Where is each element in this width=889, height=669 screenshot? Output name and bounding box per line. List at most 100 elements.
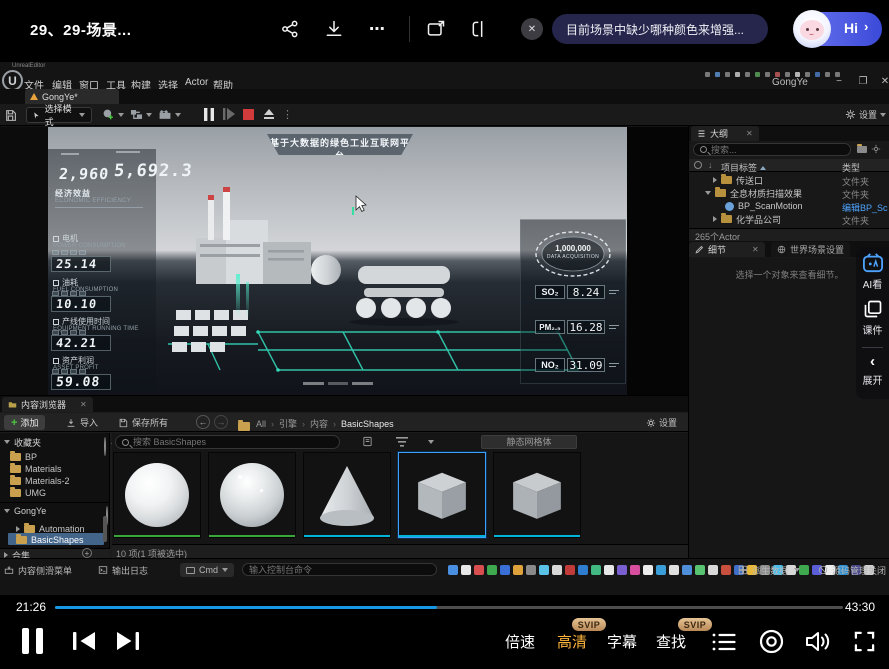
video-title: 29、29-场景... [30, 19, 131, 40]
seek-bar[interactable] [55, 606, 843, 609]
screenshot-icon[interactable] [423, 16, 449, 42]
pause-button[interactable] [22, 628, 44, 654]
save-level-icon[interactable] [4, 108, 17, 122]
assistant-avatar[interactable] [793, 10, 831, 48]
favorites-header[interactable]: 收藏夹 [4, 436, 41, 448]
visibility-eye-icon[interactable] [694, 161, 702, 169]
forward-icon[interactable]: → [214, 415, 228, 429]
outliner-col-type[interactable]: 类型 [842, 161, 860, 174]
asset-sphere-matte[interactable] [113, 452, 201, 538]
download-icon[interactable] [321, 16, 347, 42]
asset-search[interactable] [115, 435, 340, 449]
asset-cube-selected[interactable] [398, 452, 486, 538]
tree-scrollbar[interactable] [103, 516, 107, 542]
pin-icon[interactable]: ↓ [708, 160, 713, 170]
ai-question-pill[interactable]: 目前场景中缺少哪种颜色来增强... [552, 14, 768, 44]
next-button[interactable] [116, 631, 140, 651]
derived-data-button[interactable]: 派生数据 [738, 563, 800, 577]
menu-actor[interactable]: Actor [185, 77, 208, 88]
favorite-materials[interactable]: Materials [10, 463, 62, 475]
share-icon[interactable] [277, 16, 303, 42]
cmd-dropdown[interactable]: Cmd [180, 563, 234, 577]
back-icon[interactable]: ← [196, 415, 210, 429]
playlist-icon[interactable] [711, 631, 737, 653]
tab-outliner[interactable]: 大纲 ✕ [691, 126, 759, 141]
close-tab-icon[interactable]: ✕ [746, 129, 753, 138]
add-collection-icon[interactable]: + [82, 548, 92, 558]
maximize-icon[interactable]: ❐ [856, 76, 870, 87]
outliner-toolbar-icons[interactable] [857, 144, 881, 154]
outliner-row-folder[interactable]: 传送口 [713, 174, 763, 186]
outliner-search[interactable] [693, 143, 851, 156]
tab-details[interactable]: 细节 ✕ [689, 242, 765, 257]
save-all-button[interactable]: 保存所有 [118, 416, 168, 429]
courseware-button[interactable]: 课件 [856, 299, 889, 337]
close-window-icon[interactable]: ✕ [878, 76, 889, 87]
favorite-umg[interactable]: UMG [10, 487, 46, 499]
tab-content-browser[interactable]: 内容浏览器 ✕ [2, 397, 93, 412]
mirror-flip-icon[interactable] [467, 16, 493, 42]
close-tab-icon[interactable]: ✕ [80, 400, 87, 409]
source-control-button[interactable]: 源码管理关闭 [818, 563, 886, 577]
outliner-row-blueprint[interactable]: BP_ScanMotion [725, 200, 803, 212]
cb-settings-button[interactable]: 设置 [646, 416, 677, 429]
console-command-box[interactable] [242, 563, 437, 576]
outliner-search-input[interactable] [711, 145, 844, 155]
blueprints-icon[interactable] [130, 108, 152, 121]
outliner-row-folder2[interactable]: 化学品公司 [713, 213, 781, 225]
close-tab-icon[interactable]: ✕ [752, 245, 759, 254]
subtitle-button[interactable]: 字幕 [607, 631, 637, 652]
kebab-icon[interactable]: ⋮ [282, 108, 293, 121]
viewport-settings-dropdown[interactable]: 设置 [845, 108, 886, 121]
tree-item-basicshapes-selected[interactable]: BasicShapes [16, 534, 84, 546]
add-button[interactable]: + 添加 [4, 415, 45, 430]
tab-world-settings[interactable]: 世界场景设置 [771, 242, 850, 257]
favorites-search-icon[interactable] [104, 437, 106, 456]
asset-cube[interactable] [493, 452, 581, 538]
add-actor-icon[interactable] [102, 108, 124, 121]
viewport-left-gutter [0, 127, 48, 395]
air-value-no2: 31.09 [567, 358, 605, 372]
close-ask-pill-icon[interactable]: ✕ [521, 18, 543, 40]
fullscreen-icon[interactable] [853, 631, 876, 652]
favorite-bp[interactable]: BP [10, 451, 37, 463]
filter-icon[interactable] [396, 437, 408, 447]
asset-cone[interactable] [303, 452, 391, 538]
outliner-col-label[interactable]: 项目标签 [721, 161, 766, 174]
import-button[interactable]: 导入 [66, 416, 98, 429]
select-mode-dropdown[interactable]: 选择模式 [26, 107, 92, 123]
console-command-input[interactable] [249, 565, 430, 575]
pause-icon[interactable] [202, 107, 215, 121]
more-options-icon[interactable]: ⋯ [364, 16, 390, 42]
outliner-row-folder-expanded[interactable]: 全息材质扫描效果 [705, 187, 802, 199]
unreal-logo[interactable]: U [2, 70, 23, 91]
quality-button[interactable]: 高清 [557, 631, 587, 652]
volume-icon[interactable] [805, 629, 832, 654]
windows-taskbar-icons[interactable] [448, 565, 877, 575]
eject-icon[interactable] [262, 107, 275, 121]
breadcrumb[interactable]: All› 引擎› 内容› BasicShapes [256, 417, 394, 430]
video-frame[interactable]: UnrealEditor U 文件 编辑 窗口 工具 构建 选择 Actor 帮… [0, 58, 889, 595]
project-header[interactable]: GongYe [4, 505, 46, 517]
filter-chevron-icon[interactable] [428, 440, 434, 444]
record-screen-icon[interactable] [759, 629, 784, 654]
asset-sphere-glossy[interactable] [208, 452, 296, 538]
minimize-icon[interactable]: − [832, 76, 846, 87]
expand-button[interactable]: ‹ 展开 [856, 355, 889, 387]
frame-skip-icon[interactable] [222, 107, 235, 121]
previous-button[interactable] [72, 631, 96, 651]
output-log-button[interactable]: 输出日志 [98, 563, 148, 577]
filter-pill-static-mesh[interactable]: 静态网格体 [481, 435, 577, 449]
speed-button[interactable]: 倍速 [505, 631, 535, 652]
save-search-icon[interactable] [362, 436, 373, 447]
ai-watch-button[interactable]: AI看 [856, 253, 889, 291]
expand-label: 展开 [856, 372, 889, 387]
stop-icon[interactable] [242, 107, 255, 121]
asset-search-input[interactable] [133, 437, 333, 447]
viewport-right-letterbox [627, 127, 688, 395]
3d-viewport[interactable]: 基于大数据的绿色工业互联网平台 GREEN INDUSTRIAL INTERNE… [48, 127, 627, 395]
content-drawer-button[interactable]: 内容侧滑菜单 [4, 563, 72, 577]
favorite-materials2[interactable]: Materials-2 [10, 475, 70, 487]
cinematics-icon[interactable] [158, 108, 181, 121]
find-button[interactable]: 查找 [656, 631, 686, 652]
